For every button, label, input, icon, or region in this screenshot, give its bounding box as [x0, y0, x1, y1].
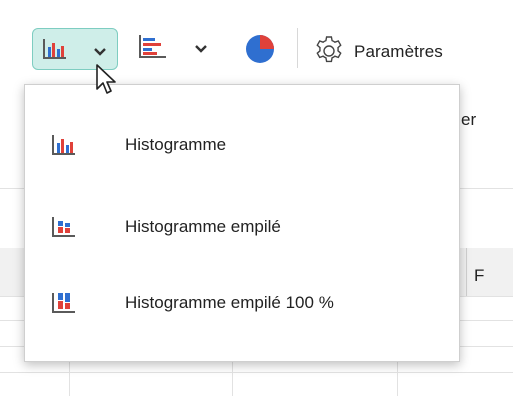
chevron-down-icon[interactable]	[194, 41, 208, 59]
grid-line	[0, 372, 513, 373]
menu-item-histogramme-empile-100[interactable]: Histogramme empilé 100 %	[25, 273, 459, 333]
toolbar-separator	[297, 28, 298, 68]
grid-line	[466, 248, 467, 296]
settings-label: Paramètres	[354, 41, 443, 61]
chart-type-menu: Histogramme Histogramme empilé Histogram…	[24, 84, 460, 362]
bar-chart-button[interactable]	[138, 34, 207, 65]
pie-chart-button[interactable]	[244, 33, 276, 70]
pie-chart-icon	[244, 33, 276, 70]
column-letter-f[interactable]: F	[474, 266, 484, 286]
stacked-column-100-icon	[51, 291, 77, 320]
mouse-cursor-icon	[96, 64, 120, 103]
chart-toolbar: Paramètres	[0, 0, 513, 96]
clustered-column-icon	[51, 133, 77, 162]
settings-button[interactable]: Paramètres	[312, 32, 443, 71]
stacked-column-icon	[51, 215, 77, 244]
bar-chart-icon	[138, 34, 168, 65]
column-chart-icon	[42, 37, 68, 66]
menu-item-histogramme-empile[interactable]: Histogramme empilé	[25, 197, 459, 257]
partial-tab-label: er	[461, 110, 477, 129]
menu-item-label: Histogramme	[125, 135, 227, 154]
menu-item-histogramme[interactable]: Histogramme	[25, 115, 459, 175]
gear-icon	[312, 32, 346, 71]
chevron-down-icon[interactable]	[93, 44, 107, 62]
menu-item-label: Histogramme empilé 100 %	[125, 293, 334, 312]
menu-item-label: Histogramme empilé	[125, 217, 281, 236]
